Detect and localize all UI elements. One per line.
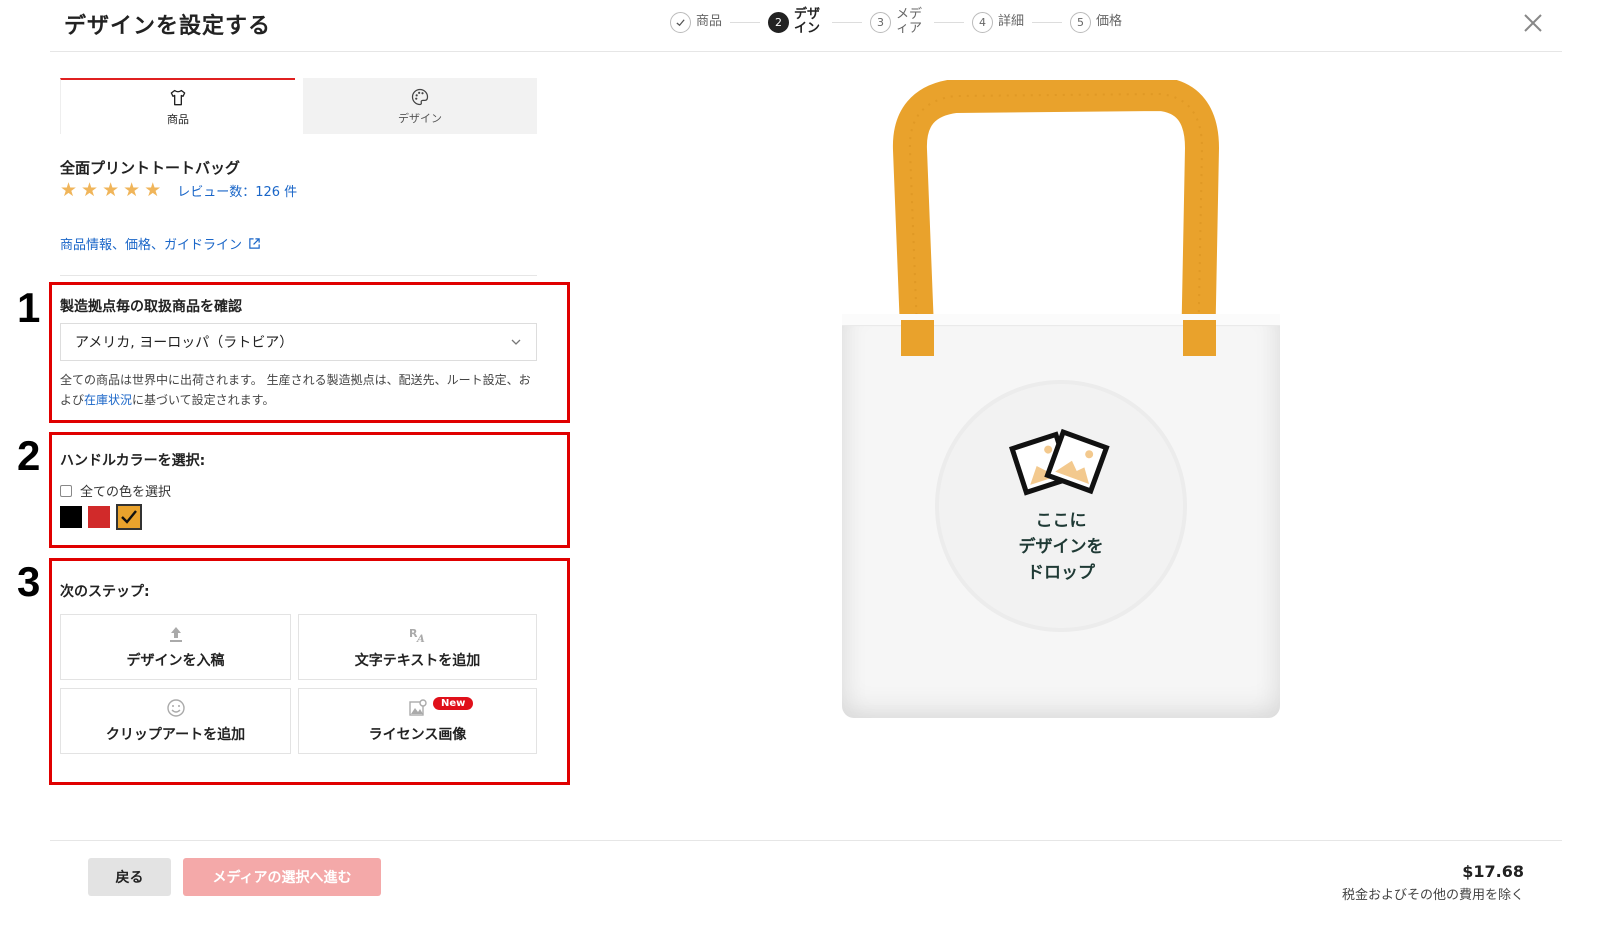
divider: [60, 275, 537, 276]
product-info-label: 商品情報、価格、ガイドライン: [60, 238, 243, 253]
external-link-icon: [249, 238, 260, 249]
licensed-image-icon: [408, 699, 427, 716]
star-icon: ★: [123, 179, 141, 201]
select-all-checkbox[interactable]: [60, 484, 72, 497]
region-note-text-end: に基づいて設定されます。: [132, 393, 275, 407]
price-note: 税金およびその他の費用を除く: [1341, 888, 1524, 903]
step-number: 3: [870, 11, 892, 33]
page-title: デザインを設定する: [64, 14, 272, 39]
star-icon: ★: [81, 179, 99, 201]
tshirt-icon: [170, 89, 186, 105]
drop-line-3: ドロップ: [1027, 563, 1095, 583]
handle-color-swatches: [60, 504, 142, 530]
select-all-label: 全ての色を選択: [80, 485, 172, 500]
next-to-media-button[interactable]: メディアの選択へ進む: [183, 858, 381, 896]
tab-label: 商品: [167, 112, 189, 126]
swatch-red[interactable]: [88, 506, 110, 528]
swatch-black[interactable]: [60, 506, 82, 528]
tote-handle-ends: [901, 320, 1216, 356]
svg-text:A: A: [416, 634, 425, 644]
add-text-label: 文字テキストを追加: [354, 653, 481, 669]
check-icon: [670, 11, 691, 33]
upload-design-label: デザインを入稿: [126, 653, 225, 669]
handle-color-title: ハンドルカラーを選択:: [60, 453, 206, 469]
licensed-image-button[interactable]: ライセンス画像 New: [298, 688, 537, 754]
star-icon: ★: [60, 179, 78, 201]
header: デザインを設定する 商品 2 デザイン 3 メディア 4 詳細 5 価格: [50, 0, 1562, 52]
smiley-icon: [166, 699, 185, 717]
panel-tabs: 商品 デザイン: [60, 78, 537, 134]
star-icon: ★: [102, 179, 120, 201]
step-number: 2: [768, 11, 790, 33]
drop-line-1: ここに: [1035, 511, 1087, 531]
step-design[interactable]: 2 デザイン: [768, 8, 824, 36]
product-info-link[interactable]: 商品情報、価格、ガイドライン: [60, 234, 261, 253]
step-connector: [934, 21, 965, 23]
step-label: メディア: [896, 7, 923, 36]
tab-label: デザイン: [398, 111, 442, 125]
next-steps-title: 次のステップ:: [60, 584, 150, 600]
progress-stepper: 商品 2 デザイン 3 メディア 4 詳細 5 価格: [670, 4, 1122, 40]
close-icon: [1524, 14, 1542, 32]
add-clipart-label: クリップアートを追加: [105, 727, 246, 743]
tab-design[interactable]: デザイン: [303, 78, 537, 134]
stock-status-link[interactable]: 在庫状況: [84, 393, 132, 407]
region-select[interactable]: アメリカ, ヨーロッパ（ラトビア）: [60, 323, 537, 361]
price: $17.68: [1462, 862, 1524, 881]
tab-product[interactable]: 商品: [60, 78, 295, 134]
check-icon: [121, 510, 137, 524]
palette-icon: [411, 88, 429, 105]
chevron-down-icon: [511, 339, 521, 345]
step-label: 詳細: [998, 14, 1025, 29]
upload-design-button[interactable]: デザインを入稿: [60, 614, 291, 680]
images-icon: [1009, 428, 1110, 496]
select-all-colors[interactable]: 全ての色を選択: [60, 481, 171, 500]
step-label: 商品: [696, 14, 723, 29]
step-media[interactable]: 3 メディア: [870, 8, 926, 36]
step-number: 4: [972, 11, 994, 33]
drop-zone-text: ここに デザインを ドロップ: [1019, 508, 1104, 586]
close-button[interactable]: [1518, 8, 1548, 38]
step-number: 5: [1070, 11, 1092, 33]
star-icon: ★: [144, 179, 162, 201]
step-product[interactable]: 商品: [670, 11, 723, 33]
step-details[interactable]: 4 詳細: [972, 11, 1025, 33]
licensed-image-label: ライセンス画像: [368, 727, 467, 743]
step-price[interactable]: 5 価格: [1070, 11, 1123, 33]
annotation-number: 1: [17, 284, 41, 331]
back-button[interactable]: 戻る: [88, 858, 171, 896]
new-badge: New: [433, 697, 474, 710]
design-drop-zone[interactable]: ここに デザインを ドロップ: [935, 380, 1187, 632]
upload-icon: [169, 627, 182, 642]
swatch-yellow-selected[interactable]: [116, 504, 142, 530]
footer: 戻る メディアの選択へ進む $17.68 税金およびその他の費用を除く: [50, 840, 1562, 929]
product-rating: ★ ★ ★ ★ ★ レビュー数：126 件: [60, 180, 297, 200]
step-label: 価格: [1096, 14, 1123, 29]
add-text-button[interactable]: R A 文字テキストを追加: [298, 614, 537, 680]
step-label: デザイン: [794, 7, 821, 36]
reviews-link[interactable]: レビュー数：126 件: [177, 181, 297, 200]
product-preview: ここに デザインを ドロップ: [830, 80, 1300, 740]
step-connector: [1032, 21, 1063, 23]
region-title: 製造拠点毎の取扱商品を確認: [60, 299, 242, 315]
add-clipart-button[interactable]: クリップアートを追加: [60, 688, 291, 754]
text-icon: R A: [409, 627, 425, 644]
annotation-number: 3: [17, 558, 41, 605]
region-note: 全ての商品は世界中に出荷されます。 生産される製造拠点は、配送先、ルート設定、お…: [60, 370, 540, 410]
step-connector: [832, 21, 863, 23]
region-select-value: アメリカ, ヨーロッパ（ラトビア）: [75, 335, 294, 351]
step-connector: [730, 21, 761, 23]
annotation-number: 2: [17, 432, 41, 479]
drop-line-2: デザインを: [1018, 537, 1104, 557]
product-name: 全面プリントトートバッグ: [60, 159, 241, 177]
